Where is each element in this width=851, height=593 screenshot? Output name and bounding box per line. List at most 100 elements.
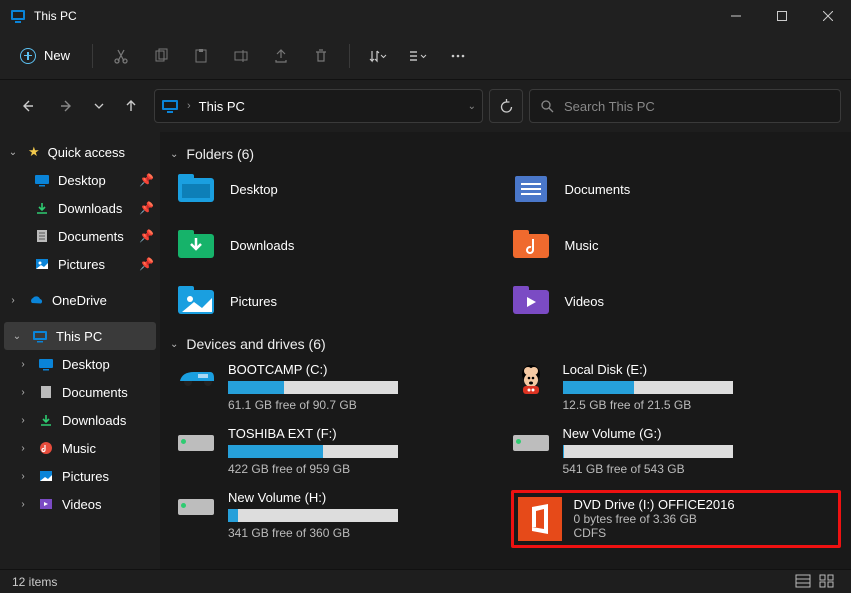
folder-label: Documents (565, 182, 631, 197)
sidebar: ⌄ ★ Quick access Desktop 📌 Downloads 📌 D… (0, 132, 160, 569)
folder-label: Music (565, 238, 599, 253)
group-folders-header[interactable]: ⌄ Folders (6) (170, 146, 841, 162)
sidebar-item-pictures[interactable]: Pictures 📌 (0, 250, 160, 278)
breadcrumb[interactable]: › This PC ⌄ (154, 89, 483, 123)
group-drives-header[interactable]: ⌄ Devices and drives (6) (170, 336, 841, 352)
sidebar-item-desktop[interactable]: › Desktop (0, 350, 160, 378)
recent-button[interactable] (90, 89, 108, 123)
pc-icon (10, 8, 26, 24)
drive-free: 341 GB free of 360 GB (228, 526, 428, 540)
desktop-folder-icon (176, 172, 216, 206)
chevron-right-icon: › (16, 387, 30, 398)
view-button[interactable] (398, 37, 438, 75)
sidebar-item-desktop[interactable]: Desktop 📌 (0, 166, 160, 194)
cut-button[interactable] (101, 37, 141, 75)
sidebar-item-label: Pictures (62, 469, 109, 484)
paste-button[interactable] (181, 37, 221, 75)
pc-icon (161, 97, 179, 115)
drive-c[interactable]: BOOTCAMP (C:) 61.1 GB free of 90.7 GB (176, 362, 507, 412)
pictures-folder-icon (176, 284, 216, 318)
sidebar-item-label: Desktop (58, 173, 106, 188)
drive-g[interactable]: New Volume (G:) 541 GB free of 543 GB (511, 426, 842, 476)
drive-f[interactable]: TOSHIBA EXT (F:) 422 GB free of 959 GB (176, 426, 507, 476)
chevron-right-icon: › (6, 295, 20, 306)
drive-free: 541 GB free of 543 GB (563, 462, 763, 476)
folder-pictures[interactable]: Pictures (176, 284, 507, 318)
more-button[interactable] (438, 37, 478, 75)
separator (349, 44, 350, 68)
status-count: 12 items (12, 575, 57, 589)
drive-free: 61.1 GB free of 90.7 GB (228, 398, 428, 412)
copy-button[interactable] (141, 37, 181, 75)
drive-free: 12.5 GB free of 21.5 GB (563, 398, 763, 412)
drive-label: New Volume (G:) (563, 426, 763, 441)
forward-button[interactable] (50, 89, 84, 123)
drive-icon (176, 362, 216, 396)
chevron-right-icon: › (16, 415, 30, 426)
sidebar-item-music[interactable]: › Music (0, 434, 160, 462)
details-view-button[interactable] (795, 574, 815, 590)
back-button[interactable] (10, 89, 44, 123)
sidebar-item-downloads[interactable]: › Downloads (0, 406, 160, 434)
chevron-right-icon: › (16, 359, 30, 370)
thumbnails-view-button[interactable] (819, 574, 839, 590)
sidebar-item-downloads[interactable]: Downloads 📌 (0, 194, 160, 222)
breadcrumb-item[interactable]: This PC (199, 99, 245, 114)
sidebar-this-pc[interactable]: ⌄ This PC (4, 322, 156, 350)
delete-button[interactable] (301, 37, 341, 75)
drive-e[interactable]: Local Disk (E:) 12.5 GB free of 21.5 GB (511, 362, 842, 412)
picture-icon (38, 468, 54, 484)
close-button[interactable] (805, 0, 851, 32)
sidebar-item-videos[interactable]: › Videos (0, 490, 160, 518)
up-button[interactable] (114, 89, 148, 123)
minimize-button[interactable] (713, 0, 759, 32)
folder-downloads[interactable]: Downloads (176, 228, 507, 262)
chevron-down-icon: ⌄ (170, 149, 178, 160)
sidebar-label: This PC (56, 329, 102, 344)
drive-bar (228, 381, 398, 394)
sidebar-item-documents[interactable]: Documents 📌 (0, 222, 160, 250)
downloads-folder-icon (176, 228, 216, 262)
search-icon (540, 99, 554, 113)
videos-folder-icon (511, 284, 551, 318)
search-input[interactable] (564, 99, 830, 114)
pin-icon: 📌 (139, 257, 154, 271)
chevron-right-icon: › (16, 443, 30, 454)
sidebar-item-label: Pictures (58, 257, 105, 272)
window-title: This PC (34, 9, 713, 23)
music-icon (38, 440, 54, 456)
maximize-button[interactable] (759, 0, 805, 32)
new-button[interactable]: New (6, 42, 84, 70)
refresh-button[interactable] (489, 89, 523, 123)
sidebar-onedrive[interactable]: › OneDrive (0, 286, 160, 314)
drive-label: Local Disk (E:) (563, 362, 763, 377)
sidebar-item-pictures[interactable]: › Pictures (0, 462, 160, 490)
sidebar-quick-access[interactable]: ⌄ ★ Quick access (0, 138, 160, 166)
content-pane: ⌄ Folders (6) Desktop Documents Download… (160, 132, 851, 569)
drive-label: New Volume (H:) (228, 490, 428, 505)
drive-bar (563, 445, 733, 458)
sort-button[interactable] (358, 37, 398, 75)
rename-button[interactable] (221, 37, 261, 75)
chevron-down-icon: ⌄ (170, 339, 178, 350)
drive-free: 0 bytes free of 3.36 GB (574, 512, 774, 526)
drive-h[interactable]: New Volume (H:) 341 GB free of 360 GB (176, 490, 507, 548)
group-title: Devices and drives (6) (186, 336, 325, 352)
pin-icon: 📌 (139, 173, 154, 187)
folder-videos[interactable]: Videos (511, 284, 842, 318)
folder-desktop[interactable]: Desktop (176, 172, 507, 206)
drive-i-dvd[interactable]: DVD Drive (I:) OFFICE2016 0 bytes free o… (511, 490, 842, 548)
drive-icon (176, 426, 216, 460)
sidebar-item-documents[interactable]: › Documents (0, 378, 160, 406)
search-box[interactable] (529, 89, 841, 123)
folder-music[interactable]: Music (511, 228, 842, 262)
share-button[interactable] (261, 37, 301, 75)
plus-circle-icon (20, 48, 36, 64)
folder-label: Pictures (230, 294, 277, 309)
document-icon (38, 384, 54, 400)
chevron-down-icon[interactable]: ⌄ (468, 101, 476, 112)
folder-documents[interactable]: Documents (511, 172, 842, 206)
folder-label: Desktop (230, 182, 278, 197)
video-icon (38, 496, 54, 512)
pin-icon: 📌 (139, 201, 154, 215)
